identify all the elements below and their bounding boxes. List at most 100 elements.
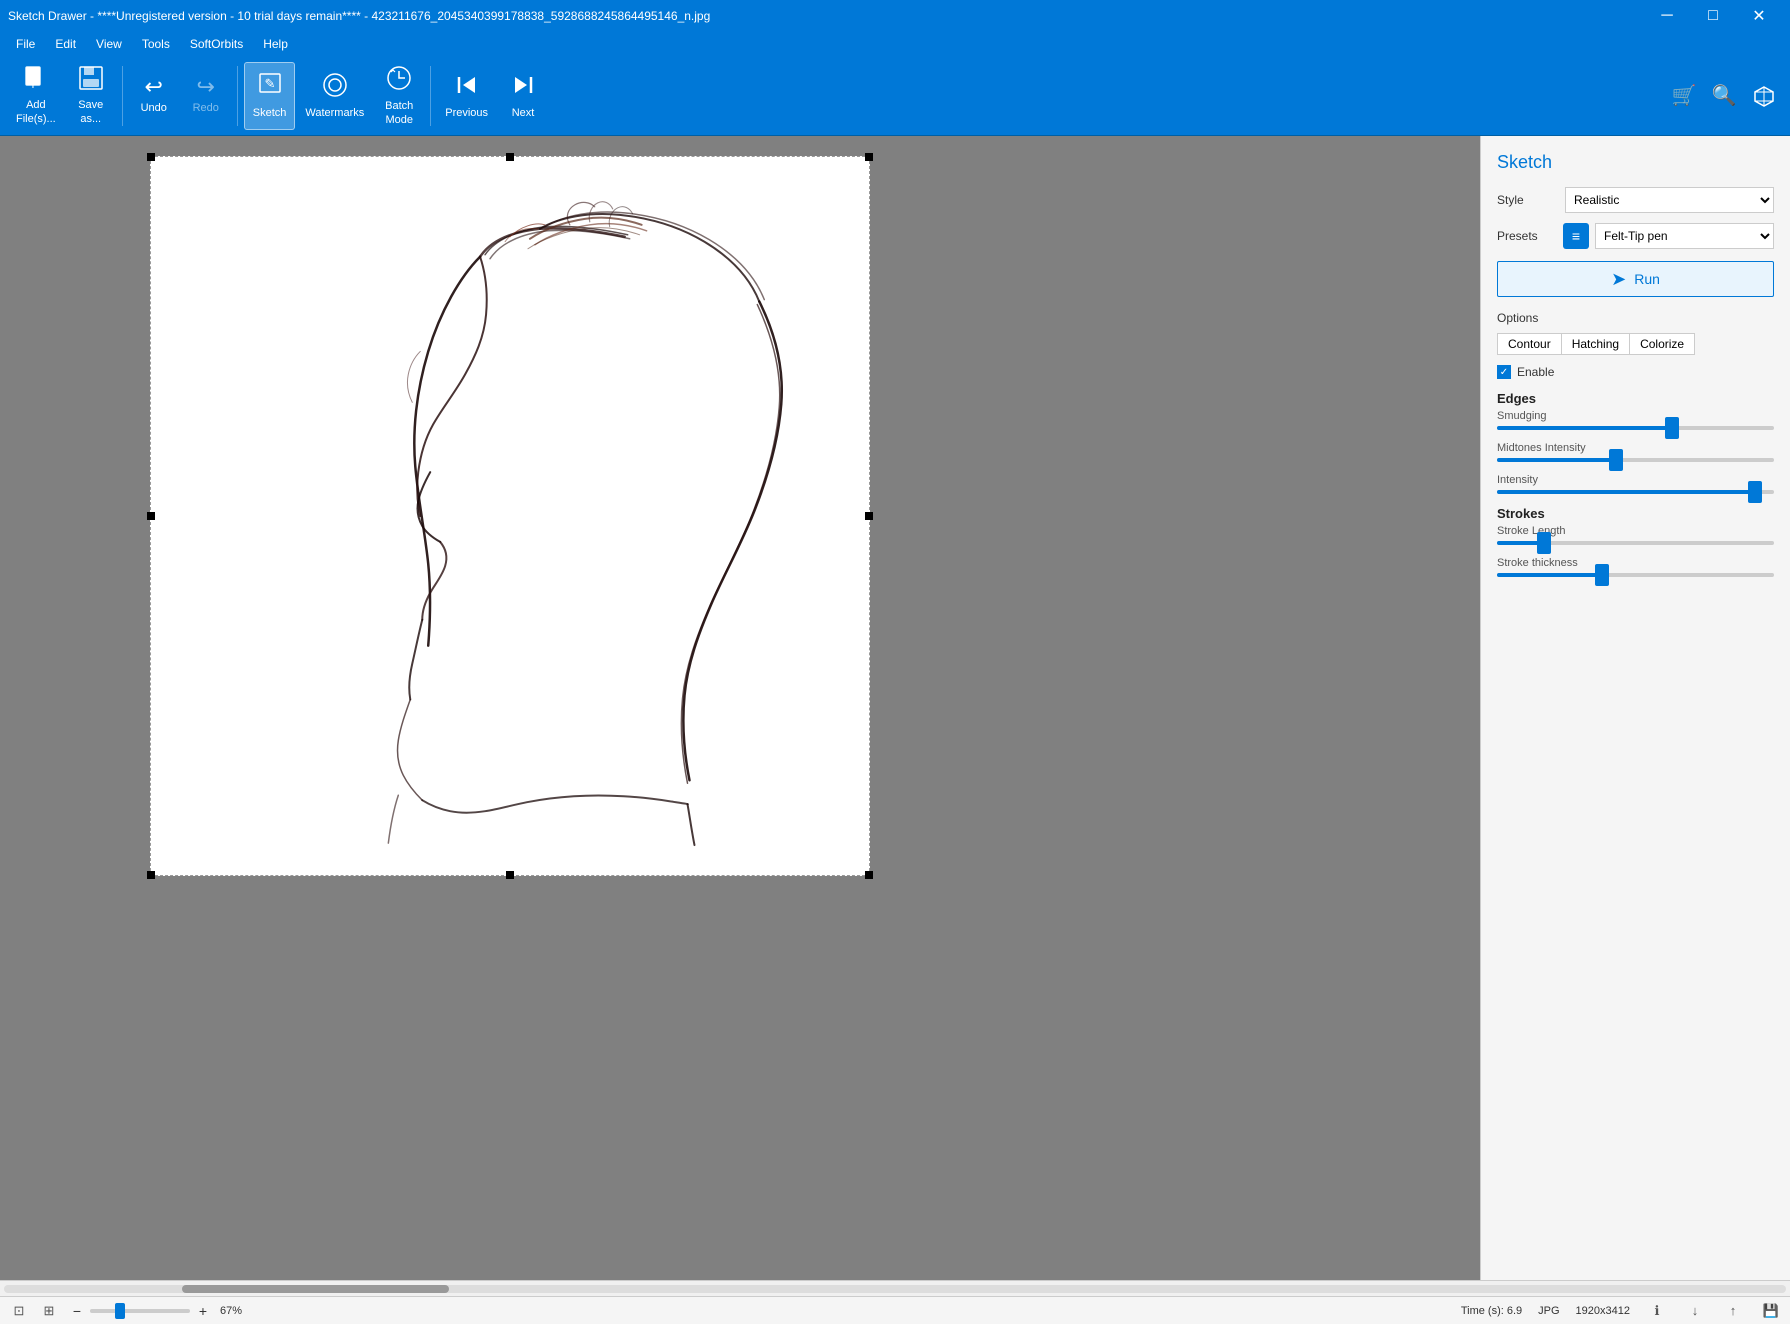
next-icon [509,71,537,103]
enable-label: Enable [1517,365,1554,379]
strokes-section-title: Strokes [1497,506,1774,521]
batch-mode-button[interactable]: BatchMode [374,62,424,130]
menu-view[interactable]: View [88,35,130,53]
actual-size-button[interactable]: ⊞ [38,1300,60,1322]
menu-edit[interactable]: Edit [47,35,84,53]
midtones-slider[interactable] [1497,458,1774,462]
run-button[interactable]: ➤ Run [1497,261,1774,297]
cube-icon[interactable] [1746,78,1782,114]
previous-label: Previous [445,107,488,120]
zoom-in-button[interactable]: + [194,1302,212,1320]
style-label: Style [1497,193,1557,207]
time-label: Time (s): 6.9 [1461,1305,1522,1317]
horizontal-scrollbar[interactable] [0,1280,1790,1296]
next-button[interactable]: Next [498,62,548,130]
intensity-label: Intensity [1497,474,1774,486]
toolbar: + AddFile(s)... Saveas... ↩ Undo ↪ Redo … [0,56,1790,136]
presets-label: Presets [1497,229,1557,243]
stroke-thickness-label: Stroke thickness [1497,557,1774,569]
watermarks-icon [321,71,349,103]
scrollbar-track[interactable] [4,1285,1786,1293]
presets-select[interactable]: Felt-Tip pen [1595,223,1774,249]
redo-icon: ↪ [197,76,215,98]
intensity-slider-row [1497,490,1774,494]
menu-tools[interactable]: Tools [134,35,178,53]
midtones-thumb[interactable] [1609,449,1623,471]
undo-icon: ↩ [145,76,163,98]
smudging-slider-row [1497,426,1774,430]
zoom-out-button[interactable]: − [68,1302,86,1320]
status-left: ⊡ ⊞ − + 67% [8,1300,242,1322]
presets-row: Presets ≡ Felt-Tip pen [1497,223,1774,249]
style-row: Style Realistic [1497,187,1774,213]
svg-text:✎: ✎ [264,76,275,91]
undo-label: Undo [141,102,167,115]
smudging-slider[interactable] [1497,426,1774,430]
stroke-length-thumb[interactable] [1537,532,1551,554]
zoom-track[interactable] [90,1309,190,1313]
next-label: Next [512,107,535,120]
batch-mode-label: BatchMode [385,100,413,126]
menu-softorbits[interactable]: SoftOrbits [182,35,251,53]
menu-file[interactable]: File [8,35,43,53]
svg-text:+: + [29,76,37,91]
toolbar-sep-1 [122,66,123,126]
stroke-thickness-slider[interactable] [1497,573,1774,577]
save-status-button[interactable]: 💾 [1760,1300,1782,1322]
stroke-thickness-thumb[interactable] [1595,564,1609,586]
enable-checkbox[interactable]: ✓ [1497,365,1511,379]
close-button[interactable]: ✕ [1736,0,1782,32]
redo-label: Redo [193,102,219,115]
sketch-icon: ✎ [256,71,284,103]
presets-icon-button[interactable]: ≡ [1563,223,1589,249]
watermarks-button[interactable]: Watermarks [297,62,372,130]
zoom-controls: − + [68,1302,212,1320]
cart-icon[interactable]: 🛒 [1666,78,1702,114]
options-tabs: Contour Hatching Colorize [1497,333,1695,355]
search-icon[interactable]: 🔍 [1706,78,1742,114]
enable-row: ✓ Enable [1497,365,1774,379]
toolbar-sep-2 [237,66,238,126]
add-files-button[interactable]: + AddFile(s)... [8,62,64,130]
tab-contour[interactable]: Contour [1498,334,1562,354]
zoom-thumb[interactable] [115,1303,125,1319]
status-bar: ⊡ ⊞ − + 67% Time (s): 6.9 JPG 1920x3412 … [0,1296,1790,1324]
right-panel: Sketch Style Realistic Presets ≡ Felt-Ti… [1480,136,1790,1280]
tab-hatching[interactable]: Hatching [1562,334,1630,354]
save-as-button[interactable]: Saveas... [66,62,116,130]
title-bar: Sketch Drawer - ****Unregistered version… [0,0,1790,32]
smudging-label: Smudging [1497,410,1774,422]
minimize-button[interactable]: ─ [1644,0,1690,32]
fit-view-button[interactable]: ⊡ [8,1300,30,1322]
share-up-button[interactable]: ↑ [1722,1300,1744,1322]
style-select[interactable]: Realistic [1565,187,1774,213]
dimensions-label: 1920x3412 [1576,1305,1630,1317]
maximize-button[interactable]: □ [1690,0,1736,32]
scrollbar-thumb[interactable] [182,1285,449,1293]
info-button[interactable]: ℹ [1646,1300,1668,1322]
toolbar-right-icons: 🛒 🔍 [1666,78,1782,114]
redo-button[interactable]: ↪ Redo [181,62,231,130]
stroke-thickness-slider-row [1497,573,1774,577]
options-label: Options [1497,311,1774,325]
add-icon: + [23,65,49,95]
undo-button[interactable]: ↩ Undo [129,62,179,130]
intensity-slider[interactable] [1497,490,1774,494]
share-down-button[interactable]: ↓ [1684,1300,1706,1322]
stroke-length-slider[interactable] [1497,541,1774,545]
smudging-thumb[interactable] [1665,417,1679,439]
checkmark-icon: ✓ [1500,367,1508,378]
sketch-button[interactable]: ✎ Sketch [244,62,296,130]
midtones-fill [1497,458,1616,462]
canvas-area[interactable] [0,136,1480,1280]
intensity-thumb[interactable] [1748,481,1762,503]
stroke-thickness-fill [1497,573,1602,577]
menu-help[interactable]: Help [255,35,296,53]
format-label: JPG [1538,1305,1559,1317]
midtones-slider-row [1497,458,1774,462]
zoom-level-label: 67% [220,1305,242,1317]
previous-icon [453,71,481,103]
tab-colorize[interactable]: Colorize [1630,334,1694,354]
batch-icon [385,64,413,96]
previous-button[interactable]: Previous [437,62,496,130]
